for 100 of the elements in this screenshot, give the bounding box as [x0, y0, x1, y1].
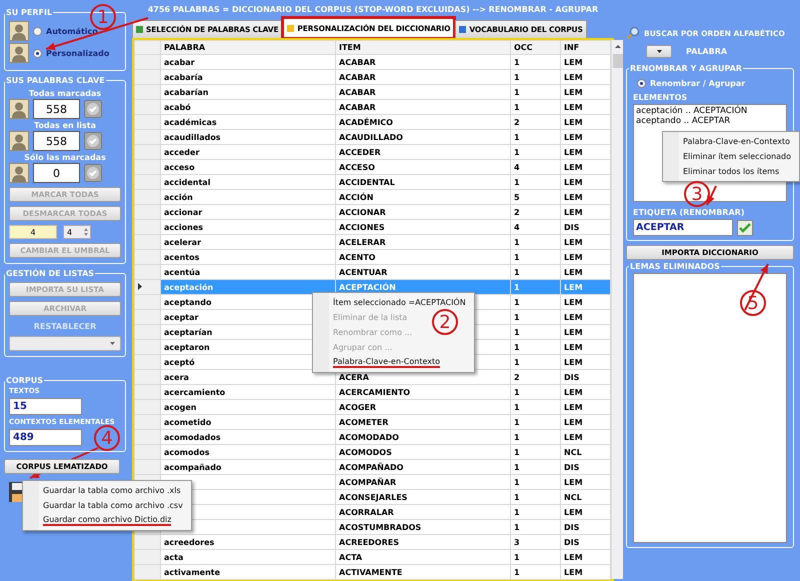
table-cell: 5	[510, 190, 560, 204]
step-number: 1	[90, 4, 116, 30]
table-cell: accionar	[160, 204, 336, 220]
step-number: 2	[432, 309, 458, 335]
table-cell: 1	[510, 490, 560, 504]
table-cell: 1	[510, 340, 560, 354]
table-cell: acreedores	[160, 534, 336, 550]
table-cell: 1	[510, 280, 560, 294]
table-cell: acercamiento	[160, 384, 336, 400]
field-label: ELEMENTOS	[633, 93, 688, 102]
table-cell: 2	[510, 204, 560, 220]
table-cell: ACOMODADO	[336, 430, 510, 444]
table-cell: acomodos	[160, 444, 336, 460]
table-cell: académicas	[160, 114, 336, 130]
table-cell: acometido	[160, 414, 336, 430]
table-cell: acabaría	[160, 70, 336, 84]
table-cell: 1	[510, 174, 560, 190]
field-label: PALABRA	[686, 47, 728, 56]
count-field: 558	[33, 131, 80, 151]
table-cell: 1	[510, 504, 560, 520]
table-cell: acabar	[160, 54, 336, 70]
table-cell: 1	[510, 130, 560, 144]
field-label: RESTABLECER	[32, 322, 98, 331]
table-cell: acaudillados	[160, 130, 336, 144]
counter-label: Sólo las marcadas	[23, 153, 107, 162]
table-cell: 1	[510, 444, 560, 460]
table-cell: 1	[510, 430, 560, 444]
table-cell: ACORRALAR	[336, 504, 510, 520]
table-cell: 1	[510, 100, 560, 114]
table-cell: 1	[510, 474, 560, 490]
table-cell: 2	[510, 114, 560, 130]
table-cell: ACERCAMIENTO	[336, 384, 510, 400]
group-title: SUS PALABRAS CLAVE	[5, 76, 106, 85]
table-cell: 4	[510, 220, 560, 234]
table-cell: acta	[160, 550, 336, 564]
option-label: Renombrar / Agrupar	[650, 79, 746, 88]
table-cell: 1	[510, 54, 560, 70]
table-cell: ACTIVAMENTE	[336, 564, 510, 580]
table-cell: ACCESO	[336, 160, 510, 174]
table-cell: ACADÉMICO	[336, 114, 510, 130]
table-cell: ACREEDORES	[336, 534, 510, 550]
table-cell: acción	[160, 190, 336, 204]
table-cell: acceder	[160, 144, 336, 160]
step-number: 4	[94, 425, 120, 451]
table-cell: acentos	[160, 250, 336, 264]
table-cell: ACOGER	[336, 400, 510, 414]
table-cell: 1	[510, 144, 560, 160]
table-cell: acceso	[160, 160, 336, 174]
table-cell: acogen	[160, 400, 336, 414]
table-cell: 2	[510, 370, 560, 384]
table-cell: ACENTO	[336, 250, 510, 264]
table-cell: ACONSEJARLES	[336, 490, 510, 504]
table-cell: ACOSTUMBRADOS	[336, 520, 510, 534]
count-field: 558	[33, 99, 80, 119]
table-cell: 3	[510, 534, 560, 550]
field-label: ETIQUETA (RENOMBRAR)	[633, 208, 746, 217]
table-cell: ACTA	[336, 550, 510, 564]
table-cell: ACCIDENTAL	[336, 174, 510, 190]
table-cell: ACABAR	[336, 84, 510, 100]
table-cell: acciones	[160, 220, 336, 234]
table-cell: ACOMPAÑADO	[336, 460, 510, 474]
table-cell: 1	[510, 460, 560, 474]
table-cell: acompañado	[160, 460, 336, 474]
table-cell: acabó	[160, 100, 336, 114]
table-cell: 1	[510, 550, 560, 564]
group-title: RENOMBRAR Y AGRUPAR	[629, 64, 743, 73]
table-cell: 1	[510, 324, 560, 340]
group-title: LEMAS ELIMINADOS	[629, 262, 721, 271]
table-cell: ACELERAR	[336, 234, 510, 250]
table-cell: activamente	[160, 564, 336, 580]
table-cell: 1	[510, 400, 560, 414]
counter-label: Todas en lista	[33, 121, 97, 130]
table-cell: acelerar	[160, 234, 336, 250]
table-cell: ACCIONES	[336, 220, 510, 234]
table-cell: 4	[510, 160, 560, 174]
table-cell: acomodados	[160, 430, 336, 444]
table-cell: 1	[510, 84, 560, 100]
table-cell: 1	[510, 294, 560, 310]
table-cell: ACABAR	[336, 100, 510, 114]
table-cell: ACOMODOS	[336, 444, 510, 460]
group-title: GESTIÓN DE LISTAS	[5, 269, 96, 278]
table-cell: 1	[510, 250, 560, 264]
group-title: CORPUS	[5, 376, 44, 385]
table-cell: accidental	[160, 174, 336, 190]
option-label: Personalizado	[46, 48, 110, 58]
table-cell: 1	[510, 70, 560, 84]
table-cell: ACCEDER	[336, 144, 510, 160]
table-cell: 1	[510, 234, 560, 250]
table-cell: 1	[510, 520, 560, 534]
table-cell: 1	[510, 310, 560, 324]
table-cell: ACAUDILLADO	[336, 130, 510, 144]
table-cell: ACABAR	[336, 70, 510, 84]
group-title: SU PERFIL	[5, 8, 54, 17]
table-cell: 1	[510, 354, 560, 370]
table-cell: 1	[510, 564, 560, 580]
value-field: 15	[9, 398, 82, 415]
value-field: 489	[9, 429, 82, 446]
table-cell: ACOMETER	[336, 414, 510, 430]
count-field: 0	[33, 163, 80, 183]
table-cell: 1	[510, 414, 560, 430]
